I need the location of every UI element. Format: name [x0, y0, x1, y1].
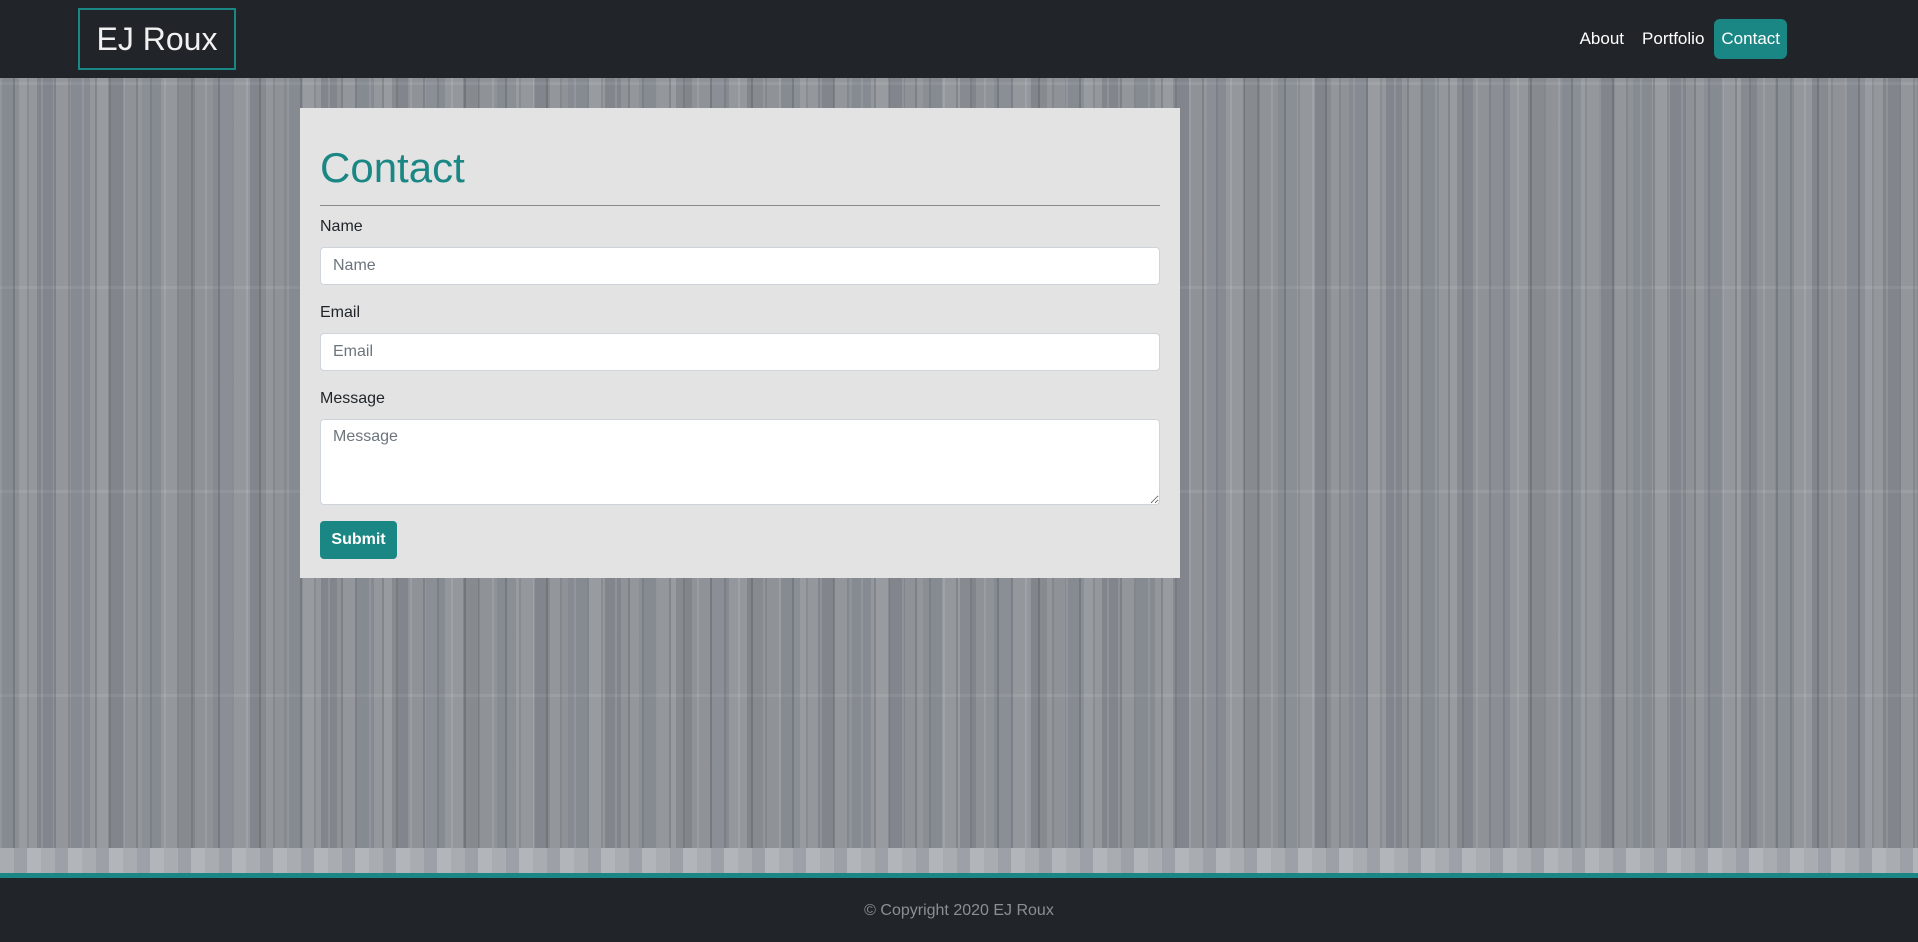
- email-input[interactable]: [320, 333, 1160, 371]
- navbar: EJ Roux About Portfolio Contact: [0, 0, 1918, 78]
- title-divider: [320, 205, 1160, 206]
- brand-logo-link[interactable]: EJ Roux: [78, 8, 236, 70]
- page-title: Contact: [320, 144, 465, 191]
- email-label: Email: [320, 304, 361, 321]
- message-label: Message: [320, 390, 385, 407]
- name-input[interactable]: [320, 247, 1160, 285]
- nav-link-portfolio[interactable]: Portfolio: [1633, 19, 1713, 59]
- nav-links: About Portfolio Contact: [1571, 19, 1787, 59]
- name-label: Name: [320, 218, 363, 235]
- copyright-text: © Copyright 2020 EJ Roux: [864, 902, 1054, 919]
- wall-bottom-strip: [0, 848, 1918, 873]
- message-textarea[interactable]: [320, 419, 1160, 505]
- submit-button[interactable]: Submit: [320, 521, 397, 559]
- nav-link-contact[interactable]: Contact: [1714, 19, 1787, 59]
- contact-card: Contact Name Email Message Submit: [300, 108, 1180, 578]
- footer: © Copyright 2020 EJ Roux: [0, 873, 1918, 942]
- nav-link-about[interactable]: About: [1571, 19, 1633, 59]
